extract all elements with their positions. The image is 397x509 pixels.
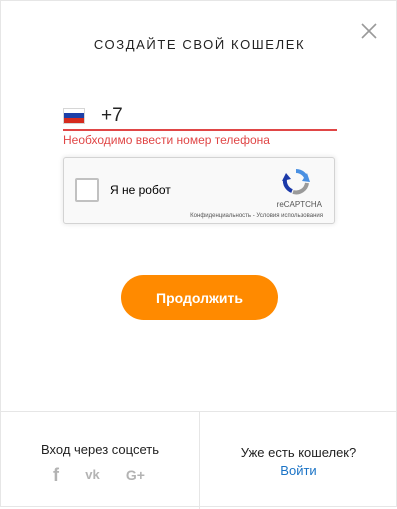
phone-error-message: Необходимо ввести номер телефона [63, 133, 270, 147]
recaptcha-widget: Я не робот reCAPTCHA Конфиденциальность … [63, 157, 335, 224]
login-link[interactable]: Войти [199, 463, 397, 478]
phone-input[interactable] [101, 104, 321, 127]
footer-divider [199, 412, 200, 509]
russia-flag-icon[interactable] [63, 107, 85, 124]
recaptcha-logo-icon [280, 167, 312, 197]
phone-field[interactable] [63, 102, 337, 131]
modal-footer: Вход через соцсеть f vk G+ Уже есть коше… [1, 411, 397, 509]
modal-title: СОЗДАЙТЕ СВОЙ КОШЕЛЕК [93, 37, 306, 52]
recaptcha-brand: reCAPTCHA [276, 200, 322, 209]
recaptcha-privacy-link[interactable]: Конфиденциальность [190, 213, 251, 219]
social-login-label: Вход через соцсеть [41, 442, 159, 457]
recaptcha-checkbox[interactable] [75, 178, 99, 202]
recaptcha-links: Конфиденциальность - Условия использован… [190, 213, 323, 219]
recaptcha-label: Я не робот [110, 183, 171, 197]
have-wallet-text: Уже есть кошелек? [240, 445, 357, 460]
google-plus-icon[interactable]: G+ [126, 466, 145, 484]
continue-button[interactable]: Продолжить [121, 275, 278, 320]
recaptcha-terms-link[interactable]: Условия использования [256, 213, 323, 219]
facebook-icon[interactable]: f [53, 466, 59, 484]
social-icons: f vk G+ [53, 466, 145, 484]
vk-icon[interactable]: vk [85, 466, 99, 484]
create-wallet-modal: СОЗДАЙТЕ СВОЙ КОШЕЛЕК Необходимо ввести … [0, 0, 397, 509]
